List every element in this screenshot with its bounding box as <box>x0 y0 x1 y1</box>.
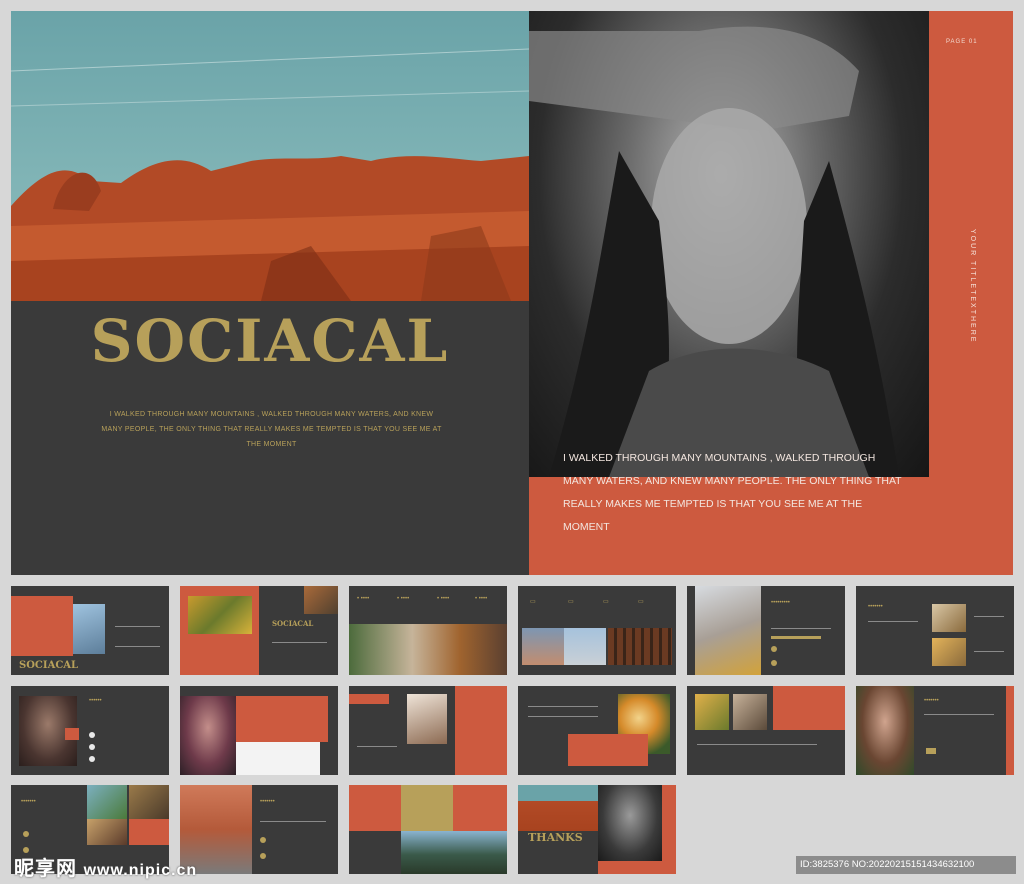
watermark-logo: 昵享网 www.nipic.cn <box>14 852 197 881</box>
slide-thumbnail[interactable]: ••••••• <box>856 586 1014 675</box>
image-id-label: ID:3825376 NO:20220215151434632100 <box>796 856 1016 874</box>
slide-thumbnail[interactable] <box>687 686 845 775</box>
slide-thumbnail[interactable] <box>518 686 676 775</box>
slide-body-text: I WALKED THROUGH MANY MOUNTAINS , WALKED… <box>101 411 442 448</box>
quote-text: I WALKED THROUGH MANY MOUNTAINS , WALKED… <box>563 452 902 533</box>
hero-slide[interactable]: SOCIACAL I WALKED THROUGH MANY MOUNTAINS… <box>11 11 1013 575</box>
slide-thumbnail[interactable] <box>180 686 338 775</box>
thumbnail-title: SOCIACAL <box>19 660 79 671</box>
thumbnail-title: THANKS <box>528 831 583 844</box>
watermark-url: www.nipic.cn <box>83 862 198 879</box>
slide-title: SOCIACAL <box>90 307 450 375</box>
slide-thumbnail[interactable]: SOCIACAL <box>180 586 338 675</box>
slide-thumbnail[interactable] <box>349 785 507 874</box>
portrait-photo <box>529 11 929 477</box>
watermark-brand: 昵享网 <box>14 858 77 880</box>
slide-thumbnail[interactable]: ▭ ▭ ▭ ▭ <box>518 586 676 675</box>
thumbnail-title: SOCIACAL <box>272 619 314 628</box>
slide-thumbnail[interactable]: SOCIACAL <box>11 586 169 675</box>
slide-thumbnail[interactable]: ••••••••• <box>687 586 845 675</box>
slide-thumbnail[interactable]: •••••• <box>11 686 169 775</box>
slide-thumbnail[interactable]: • •••• • •••• • •••• • •••• <box>349 586 507 675</box>
page-number-label: PAGE 01 <box>946 39 978 45</box>
vertical-title: YOUR TITLETEXTHERE <box>969 229 976 344</box>
slide-thumbnail[interactable]: ••••••• <box>180 785 338 874</box>
slide-thumbnail[interactable] <box>349 686 507 775</box>
canyon-photo <box>11 11 529 301</box>
slide-thumbnail[interactable]: ••••••• <box>856 686 1014 775</box>
slide-thumbnail[interactable]: THANKS <box>518 785 676 874</box>
